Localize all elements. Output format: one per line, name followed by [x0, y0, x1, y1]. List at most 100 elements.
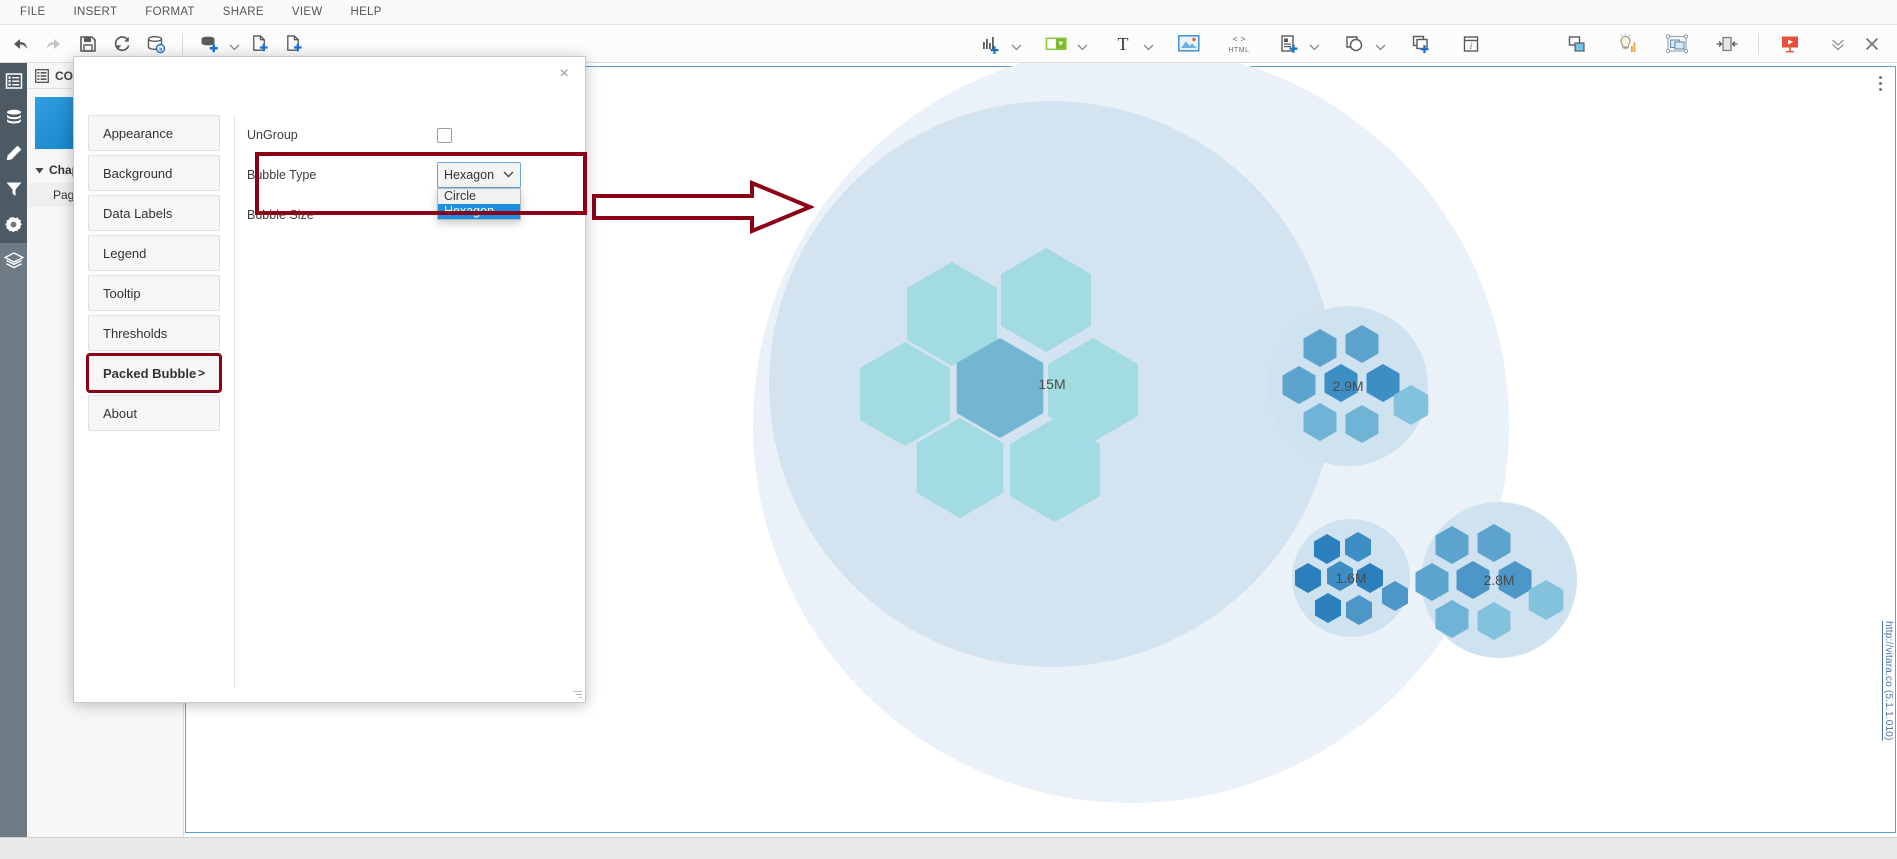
nav-item-packed-bubble[interactable]: Packed Bubble > [86, 353, 222, 393]
group-button[interactable] [1660, 27, 1694, 61]
svg-text:< >: < > [1232, 34, 1245, 44]
add-chart-caret[interactable] [1008, 27, 1024, 61]
gear-icon [5, 216, 22, 232]
nav-item-data-labels[interactable]: Data Labels [88, 195, 220, 231]
menu-item-insert[interactable]: INSERT [60, 0, 132, 25]
insight-button[interactable] [1610, 27, 1644, 61]
nav-item-label: Appearance [103, 125, 174, 141]
shapes-button[interactable] [1338, 27, 1372, 61]
menu-bar: FILE INSERT FORMAT SHARE VIEW HELP [0, 0, 1897, 25]
bring-forward-button[interactable] [1560, 27, 1594, 61]
nav-item-label: Tooltip [103, 285, 141, 301]
sidebar-item-layers[interactable] [0, 243, 27, 279]
chevron-down-icon [503, 170, 514, 181]
chart-root: 15M 2.9M 1.6M 2.8M [753, 63, 1577, 803]
bubble-type-option-list: Circle Hexagon [437, 188, 521, 220]
html-button[interactable]: < > HTML [1222, 27, 1256, 61]
add-report-button[interactable] [1272, 27, 1306, 61]
duplicate-button[interactable] [1404, 27, 1438, 61]
image-icon [1178, 35, 1200, 52]
menu-item-format[interactable]: FORMAT [131, 0, 209, 25]
collapse-button[interactable] [1821, 27, 1855, 61]
bubble-type-value: Hexagon [444, 168, 495, 182]
duplicate-icon [1412, 35, 1429, 53]
align-icon [1716, 36, 1738, 51]
chart-properties-dialog: × Appearance Background Data Labels Lege… [73, 56, 586, 703]
chevron-down-icon [1077, 44, 1087, 50]
dialog-resize-handle[interactable] [572, 689, 582, 699]
text-button[interactable]: T [1106, 27, 1140, 61]
sidebar-item-settings[interactable] [0, 207, 27, 243]
nav-item-about[interactable]: About [88, 395, 220, 431]
vitara-watermark[interactable]: http://vitara.co (5.1.1.010) [1883, 621, 1894, 741]
image-button[interactable] [1172, 27, 1206, 61]
text-caret[interactable] [1140, 27, 1156, 61]
dialog-close-icon[interactable]: × [554, 63, 575, 85]
triangle-down-icon [35, 167, 44, 173]
redo-button[interactable] [37, 27, 71, 61]
dialog-nav-list: Appearance Background Data Labels Legend… [74, 105, 234, 688]
list-icon [5, 73, 22, 89]
info-panel-button[interactable]: i [1454, 27, 1488, 61]
nav-item-label: Legend [103, 245, 147, 261]
html-icon: < > HTML [1228, 34, 1249, 54]
svg-text:HTML: HTML [1228, 47, 1249, 54]
layers-icon [3, 252, 24, 269]
shapes-caret[interactable] [1372, 27, 1388, 61]
nav-item-background[interactable]: Background [88, 155, 220, 191]
nav-item-label: Data Labels [103, 205, 173, 221]
shape-fill-button[interactable] [1040, 27, 1074, 61]
cluster-label: 2.9M [1332, 378, 1363, 394]
add-report-caret[interactable] [1306, 27, 1322, 61]
left-rail [0, 63, 27, 859]
nav-item-chevron: > [197, 366, 205, 380]
shapes-icon [1346, 35, 1363, 51]
cluster-label: 1.6M [1335, 570, 1366, 586]
sidebar-item-edit[interactable] [0, 135, 27, 171]
option-hexagon[interactable]: Hexagon [438, 204, 520, 219]
nav-item-label: About [103, 405, 137, 421]
bubble-type-row: Bubble Type Hexagon Circle Hexagon [247, 155, 585, 220]
ungroup-row: UnGroup [247, 115, 585, 155]
chevron-down-icon [1143, 44, 1153, 50]
close-button[interactable] [1855, 27, 1889, 61]
sidebar-item-filter[interactable] [0, 171, 27, 207]
nav-item-legend[interactable]: Legend [88, 235, 220, 271]
pencil-icon [6, 145, 21, 161]
option-circle[interactable]: Circle [438, 189, 520, 204]
bubble-type-select[interactable]: Hexagon [437, 162, 521, 188]
database-icon [6, 109, 21, 124]
menu-item-share[interactable]: SHARE [209, 0, 278, 25]
ungroup-checkbox[interactable] [437, 127, 452, 143]
menu-item-file[interactable]: FILE [6, 0, 60, 25]
application-window: FILE INSERT FORMAT SHARE VIEW HELP T < >… [0, 0, 1897, 859]
present-button[interactable] [1773, 27, 1807, 61]
bring-forward-icon [1568, 35, 1585, 52]
nav-item-appearance[interactable]: Appearance [88, 115, 220, 151]
nav-item-label: Thresholds [103, 325, 168, 341]
add-chart-icon [983, 36, 999, 54]
refresh-icon [114, 36, 129, 52]
chevron-down-icon [1375, 44, 1385, 50]
sidebar-item-content[interactable] [0, 63, 27, 99]
chevron-down-icon [1011, 44, 1021, 50]
align-button[interactable] [1710, 27, 1744, 61]
undo-button[interactable] [3, 27, 37, 61]
bubble-size-label: Bubble Size [247, 208, 314, 222]
info-panel-icon: i [1463, 35, 1479, 52]
redo-icon [47, 38, 60, 49]
svg-text:i: i [1470, 41, 1473, 51]
menu-item-help[interactable]: HELP [336, 0, 395, 25]
shape-fill-caret[interactable] [1074, 27, 1090, 61]
grid-icon [35, 68, 49, 83]
menu-item-view[interactable]: VIEW [278, 0, 337, 25]
group-icon [1665, 33, 1689, 53]
add-datasource-icon [201, 36, 218, 52]
sidebar-item-data[interactable] [0, 99, 27, 135]
nav-item-label: Packed Bubble [103, 365, 197, 381]
dialog-body: Appearance Background Data Labels Legend… [74, 105, 585, 688]
bubble-type-label: Bubble Type [247, 168, 317, 182]
nav-item-tooltip[interactable]: Tooltip [88, 275, 220, 311]
nav-item-thresholds[interactable]: Thresholds [88, 315, 220, 351]
add-chart-button[interactable] [974, 27, 1008, 61]
